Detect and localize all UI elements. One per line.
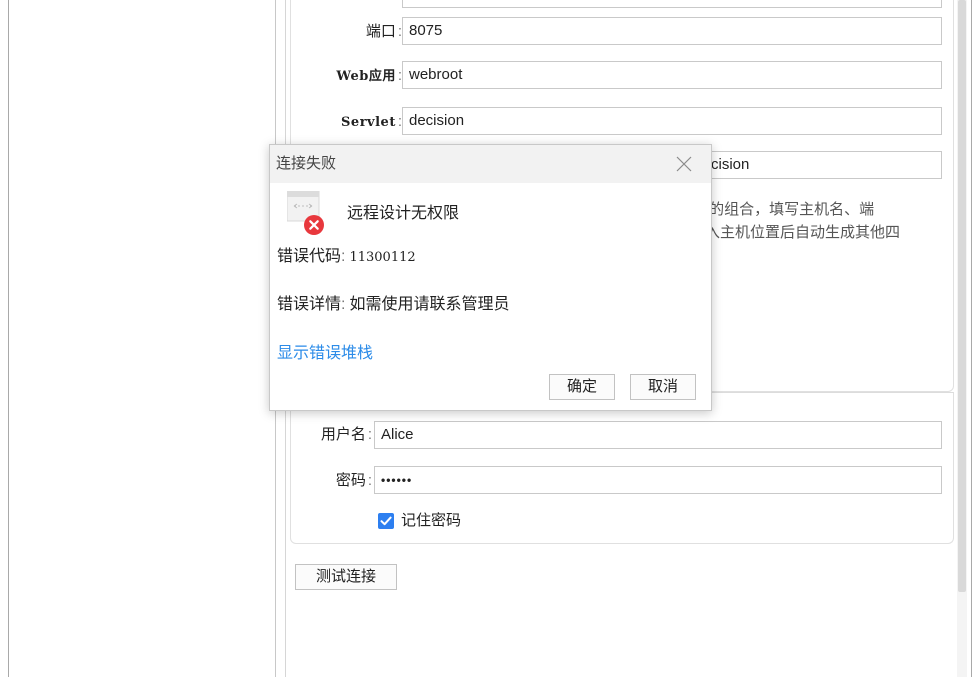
dialog-header: 连接失败 — [270, 145, 711, 183]
error-code-value: 11300112 — [349, 250, 416, 265]
port-input[interactable]: 8075 — [402, 17, 942, 45]
error-icon — [286, 190, 327, 237]
address-description: t的组合，填写主机名、端 入主机位置后自动生成其他四 — [705, 198, 945, 244]
dialog-title: 连接失败 — [276, 155, 337, 172]
close-icon[interactable] — [674, 154, 694, 174]
left-panel-border — [8, 0, 9, 677]
cancel-button[interactable]: 取消 — [630, 374, 696, 400]
error-detail-row: 错误详情: 如需使用请联系管理员 — [277, 296, 510, 313]
ok-button[interactable]: 确定 — [549, 374, 615, 400]
test-connection-button[interactable]: 测试连接 — [295, 564, 397, 590]
error-detail-label: 错误详情 — [277, 296, 342, 313]
dialog-message: 远程设计无权限 — [347, 205, 460, 222]
host-field[interactable] — [402, 0, 942, 8]
servlet-label: Servlet: — [341, 113, 402, 130]
servlet-input[interactable]: decision — [402, 107, 942, 135]
right-panel-border — [971, 0, 972, 677]
remember-password-label[interactable]: 记住密码 — [401, 507, 461, 535]
show-stack-link[interactable]: 显示错误堆栈 — [277, 341, 373, 367]
description-line: 入主机位置后自动生成其他四 — [705, 224, 901, 241]
password-label: 密码: — [335, 472, 372, 489]
remember-password-checkbox[interactable] — [378, 513, 394, 529]
error-code-label: 错误代码 — [277, 248, 342, 265]
password-input[interactable]: •••••• — [374, 466, 942, 494]
connection-failed-dialog: 连接失败 远程设计无权限 错误代码: 11300112 错误详情: 如需使用请联系管… — [269, 144, 712, 411]
username-label: 用户名: — [320, 426, 372, 443]
username-input[interactable]: Alice — [374, 421, 942, 449]
description-line: t的组合，填写主机名、端 — [705, 201, 875, 218]
web-app-input[interactable]: webroot — [402, 61, 942, 89]
port-label: 端口: — [365, 23, 402, 40]
web-app-label: Web应用: — [336, 67, 402, 84]
scrollbar-thumb[interactable] — [958, 0, 966, 592]
error-code-row: 错误代码: 11300112 — [277, 248, 416, 265]
error-detail-value: 如需使用请联系管理员 — [349, 296, 510, 313]
check-icon — [380, 516, 392, 526]
